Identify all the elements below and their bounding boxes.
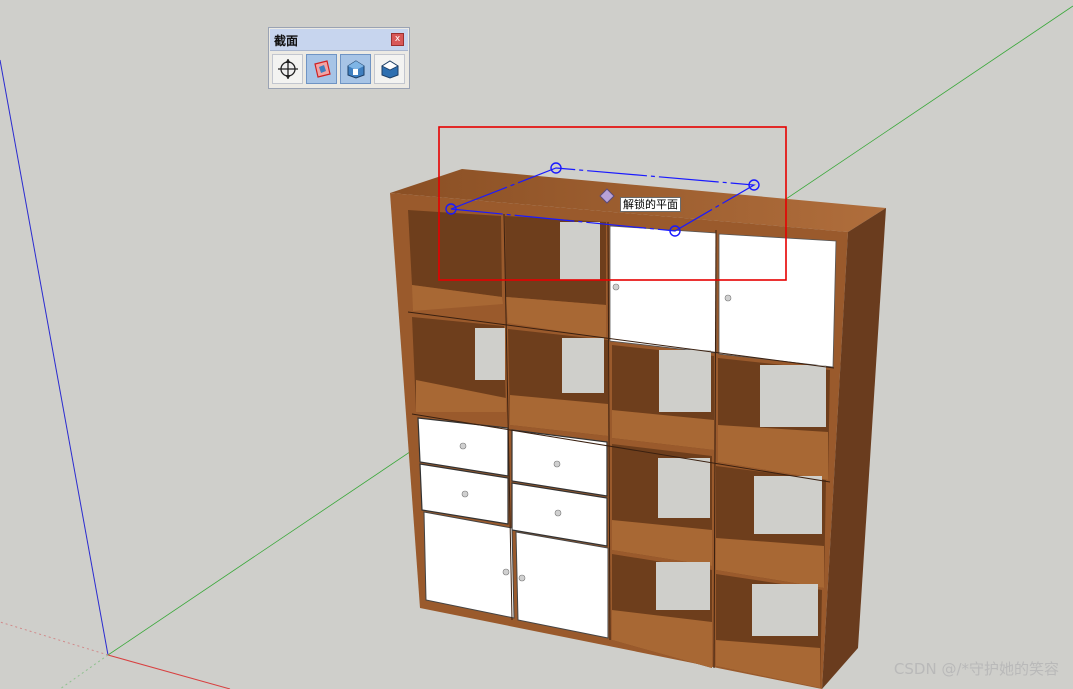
section-toolbar: 截面 x (268, 27, 410, 89)
section-fill-button[interactable] (374, 54, 405, 84)
axis-green-dotted (59, 654, 109, 689)
display-section-planes-icon (313, 60, 331, 78)
toolbar-buttons (272, 54, 405, 84)
display-section-planes-button[interactable] (306, 54, 337, 84)
add-section-plane-icon (277, 59, 298, 79)
axis-red-dotted (0, 621, 109, 656)
model-viewport[interactable] (0, 0, 1073, 689)
bookshelf-model[interactable] (390, 169, 886, 689)
door-r1c4 (718, 233, 837, 368)
door-r1c3 (609, 225, 717, 354)
toolbar-titlebar[interactable]: 截面 x (270, 29, 408, 51)
axis-red (107, 654, 231, 689)
display-section-cuts-icon (347, 60, 364, 79)
section-fill-icon (380, 60, 399, 79)
add-section-plane-button[interactable] (272, 54, 303, 84)
door-r4c1 (423, 511, 515, 619)
door-r4c2 (515, 531, 609, 639)
tooltip: 解锁的平面 (620, 197, 681, 212)
3d-scene[interactable] (0, 0, 1073, 689)
display-section-cuts-button[interactable] (340, 54, 371, 84)
axis-blue (0, 59, 109, 656)
toolbar-title: 截面 (274, 34, 299, 48)
watermark: CSDN @/*守护她的笑容 (893, 660, 1059, 678)
close-icon[interactable]: x (391, 33, 404, 46)
